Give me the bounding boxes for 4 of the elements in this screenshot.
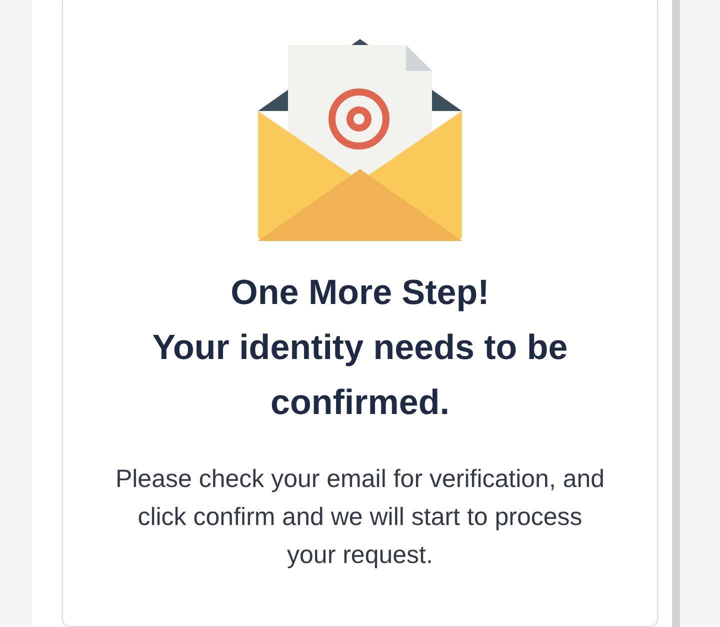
heading: One More Step!	[230, 272, 490, 314]
heading: Your identity needs to be confirmed.	[151, 327, 569, 424]
message: Please check your email for verification, and click confirm and we will start to process your request.	[114, 464, 606, 571]
envelope-icon	[258, 39, 462, 243]
